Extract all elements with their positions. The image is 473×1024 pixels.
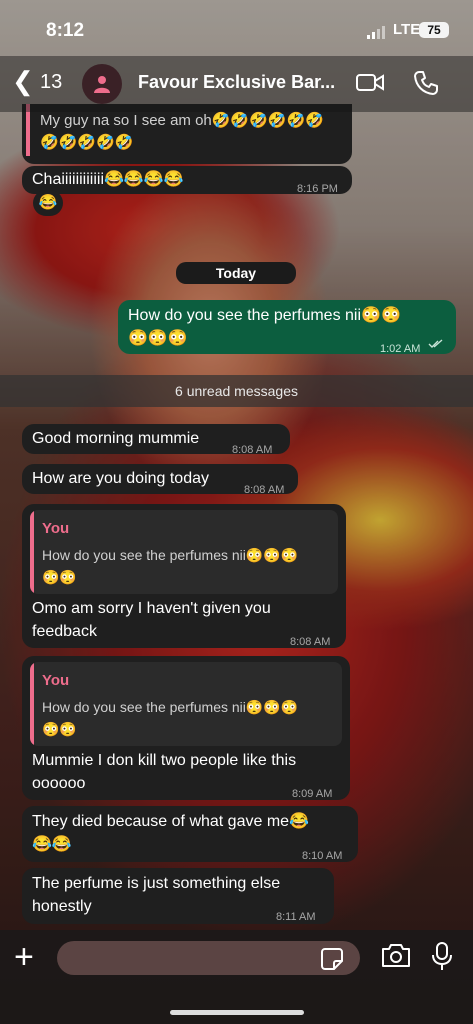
message-bubble-incoming[interactable]: They died because of what gave me😂 😂😂 8:… bbox=[22, 806, 358, 862]
video-call-icon[interactable] bbox=[355, 70, 385, 96]
message-time: 8:11 AM bbox=[276, 911, 316, 923]
message-bubble-outgoing[interactable]: How do you see the perfumes nii😳😳 😳😳😳 1:… bbox=[118, 300, 456, 355]
person-icon bbox=[94, 76, 110, 93]
home-indicator bbox=[170, 1010, 304, 1015]
quote-author: You bbox=[42, 520, 70, 537]
quoted-text: 🤣🤣🤣🤣🤣 bbox=[40, 134, 134, 151]
quote-author: You bbox=[42, 672, 70, 689]
microphone-icon[interactable] bbox=[430, 941, 454, 971]
camera-icon[interactable] bbox=[380, 941, 412, 969]
unread-banner: 6 unread messages bbox=[0, 375, 473, 407]
message-time: 8:08 AM bbox=[232, 444, 273, 456]
message-input[interactable] bbox=[57, 941, 360, 975]
message-bubble-incoming[interactable]: The perfume is just something else hones… bbox=[22, 868, 334, 924]
quoted-message[interactable]: You How do you see the perfumes nii😳😳😳 😳😳 bbox=[30, 662, 342, 746]
date-separator: Today bbox=[176, 262, 296, 284]
message-time: 8:08 AM bbox=[290, 636, 331, 648]
status-bar: 8:12 LTE 75 bbox=[0, 0, 473, 60]
message-time: 1:02 AM bbox=[380, 343, 421, 355]
chat-header: ❮ 13 Favour Exclusive Bar... bbox=[0, 56, 473, 112]
message-text: How are you doing today bbox=[32, 470, 209, 487]
composer-bar: + bbox=[0, 930, 473, 1024]
message-text: They died because of what gave me😂 bbox=[32, 813, 309, 830]
message-text: The perfume is just something else bbox=[32, 875, 281, 892]
plus-icon[interactable]: + bbox=[14, 940, 34, 974]
quoted-text: How do you see the perfumes nii😳😳😳 😳😳 bbox=[42, 547, 299, 585]
message-time: 8:09 AM bbox=[292, 788, 333, 800]
message-time: 8:10 AM bbox=[302, 850, 343, 862]
message-bubble-incoming[interactable]: Good morning mummie 8:08 AM bbox=[22, 424, 290, 456]
message-text: Mummie I don kill two people like this bbox=[32, 752, 297, 769]
quote-bar bbox=[30, 510, 34, 594]
message-text: oooooo bbox=[32, 775, 86, 792]
message-bubble-incoming[interactable]: Chaiiiiiiiiiiii😂😂😂😂 8:16 PM bbox=[22, 166, 352, 195]
back-chevron-icon[interactable]: ❮ bbox=[12, 68, 34, 94]
phone-icon[interactable] bbox=[413, 70, 439, 96]
quoted-text: My guy na so I see am oh🤣🤣🤣🤣🤣🤣 bbox=[40, 112, 324, 129]
battery-indicator: 75 bbox=[419, 22, 449, 38]
read-receipt-icon bbox=[428, 339, 443, 348]
sticker-icon[interactable] bbox=[320, 947, 344, 971]
network-type: LTE bbox=[393, 21, 421, 38]
message-bubble-incoming[interactable]: You How do you see the perfumes nii😳😳😳 😳😳… bbox=[22, 656, 350, 800]
message-text: How do you see the perfumes nii😳😳 bbox=[128, 307, 401, 324]
message-bubble-incoming[interactable]: My guy na so I see am oh🤣🤣🤣🤣🤣🤣 🤣🤣🤣🤣🤣 bbox=[22, 104, 352, 164]
message-bubble-incoming[interactable]: How are you doing today 8:08 AM bbox=[22, 464, 298, 496]
message-text: Omo am sorry I haven't given you bbox=[32, 600, 271, 617]
quoted-message[interactable]: You How do you see the perfumes nii😳😳😳 😳😳 bbox=[30, 510, 338, 594]
message-text: 😳😳😳 bbox=[128, 330, 188, 347]
clock: 8:12 bbox=[46, 20, 85, 41]
unread-chats-count[interactable]: 13 bbox=[40, 71, 62, 94]
signal-icon bbox=[367, 25, 387, 39]
message-reaction[interactable]: 😂 bbox=[33, 190, 63, 216]
message-text: honestly bbox=[32, 898, 92, 915]
message-text: feedback bbox=[32, 623, 97, 640]
message-time: 8:16 PM bbox=[297, 183, 338, 195]
message-bubble-incoming[interactable]: You How do you see the perfumes nii😳😳😳 😳😳… bbox=[22, 504, 346, 648]
quote-bar bbox=[30, 662, 34, 746]
contact-name[interactable]: Favour Exclusive Bar... bbox=[138, 72, 335, 93]
avatar[interactable] bbox=[82, 64, 122, 104]
message-text: 😂😂 bbox=[32, 836, 72, 853]
message-time: 8:08 AM bbox=[244, 484, 285, 496]
quoted-text: How do you see the perfumes nii😳😳😳 😳😳 bbox=[42, 699, 299, 737]
message-text: Chaiiiiiiiiiiii😂😂😂😂 bbox=[32, 171, 184, 188]
message-text: Good morning mummie bbox=[32, 430, 200, 447]
